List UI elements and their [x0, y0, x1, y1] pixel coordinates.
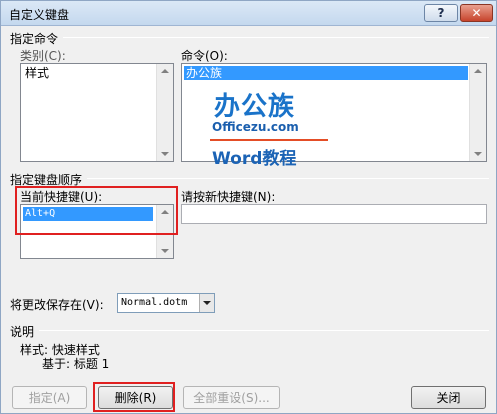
current-keys-highlight: [15, 186, 178, 235]
scroll-down-icon[interactable]: [474, 152, 482, 156]
save-in-value: Normal.dotm: [121, 297, 188, 308]
help-button[interactable]: ?: [424, 4, 458, 22]
divider: [87, 178, 489, 179]
delete-highlight: [93, 382, 175, 412]
commands-list[interactable]: 办公族 办公族 Officezu.com Word教程: [181, 63, 487, 169]
scroll-down-icon[interactable]: [161, 249, 169, 253]
assign-button[interactable]: 指定(A): [12, 386, 87, 409]
title-bar: 自定义键盘 ? ✕: [1, 1, 496, 26]
logo-word-text: Word教程: [212, 149, 297, 169]
customize-keyboard-dialog: 自定义键盘 ? ✕ 指定命令 类别(C): 样式 命令(O): 办公族 办公族 …: [0, 0, 497, 414]
close-icon: ✕: [471, 6, 482, 20]
save-in-label: 将更改保存在(V):: [10, 298, 104, 312]
close-button[interactable]: 关闭: [411, 386, 486, 409]
commands-label: 命令(O):: [181, 49, 228, 63]
description-based-on: 基于: 标题 1: [42, 357, 110, 371]
window-title: 自定义键盘: [9, 8, 70, 22]
categories-scrollbar[interactable]: [156, 64, 173, 161]
reset-all-button[interactable]: 全部重设(S)...: [183, 386, 280, 409]
dropdown-button[interactable]: [199, 294, 214, 312]
help-icon: ?: [437, 6, 445, 20]
categories-label: 类别(C):: [20, 49, 66, 63]
logo-url-text: Officezu.com: [212, 120, 299, 134]
new-key-input[interactable]: [181, 204, 487, 224]
officezu-logo: 办公族 Officezu.com Word教程: [210, 84, 330, 169]
logo-main-text: 办公族: [214, 92, 296, 122]
scroll-up-icon[interactable]: [161, 69, 169, 73]
new-key-label: 请按新快捷键(N):: [181, 190, 276, 204]
commands-scrollbar[interactable]: [469, 64, 486, 161]
save-in-select[interactable]: Normal.dotm: [117, 293, 215, 313]
logo-divider: [210, 139, 328, 141]
scroll-up-icon[interactable]: [474, 69, 482, 73]
divider: [39, 330, 489, 331]
divider: [63, 37, 489, 38]
scroll-down-icon[interactable]: [161, 152, 169, 156]
close-window-button[interactable]: ✕: [460, 4, 493, 22]
command-item-bangongzu[interactable]: 办公族: [184, 66, 468, 80]
categories-list[interactable]: 样式: [20, 63, 174, 162]
description-heading: 说明: [10, 325, 35, 339]
specify-command-heading: 指定命令: [10, 32, 59, 46]
chevron-down-icon: [203, 301, 211, 305]
category-item-style[interactable]: 样式: [23, 66, 51, 80]
